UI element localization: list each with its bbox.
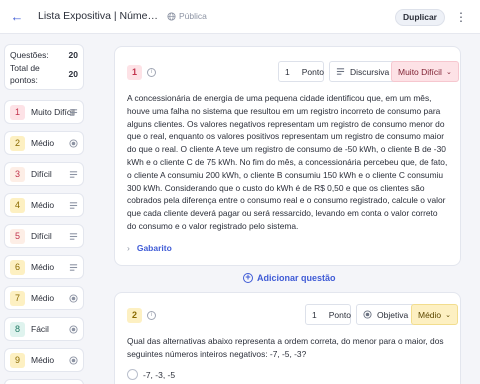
top-bar: ← Lista Expositiva | Números ... Pública… <box>0 0 480 34</box>
question-number-badge: 3 <box>10 167 25 182</box>
question-type-label: Discursiva <box>350 66 390 77</box>
duplicate-button[interactable]: Duplicar <box>395 9 445 26</box>
visibility-status: Pública <box>167 11 207 21</box>
back-arrow-icon[interactable]: ← <box>9 9 25 25</box>
visibility-label: Pública <box>179 11 207 21</box>
points-unit: Ponto <box>301 66 324 77</box>
question-nav-item-6[interactable]: 6 Médio <box>4 255 84 279</box>
difficulty-label: Médio <box>31 262 55 272</box>
question-nav-item-3[interactable]: 3 Difícil <box>4 162 84 186</box>
question-number-badge: 7 <box>10 291 25 306</box>
question-nav-item-7[interactable]: 7 Médio <box>4 286 84 310</box>
points-value: 1 <box>312 309 317 320</box>
questions-count: 20 <box>68 50 78 60</box>
question-statement: A concessionária de energia de uma peque… <box>127 93 448 231</box>
question-statement: Qual das alternativas abaixo representa … <box>127 336 444 359</box>
difficulty-label: Médio <box>31 138 55 148</box>
radio-dot-icon <box>69 139 78 148</box>
chevron-down-icon: ⌄ <box>445 311 452 319</box>
question-nav-item-1[interactable]: 1 Muito Difícil <box>4 100 84 124</box>
points-unit: Ponto <box>328 309 351 320</box>
text-lines-icon <box>69 264 78 271</box>
text-lines-icon <box>69 171 78 178</box>
page-title: Lista Expositiva | Números ... <box>38 10 160 22</box>
question-number-badge: 9 <box>10 353 25 368</box>
question-number-badge: 2 <box>10 136 25 151</box>
question-number-badge: 4 <box>10 198 25 213</box>
answer-key-toggle[interactable]: › Gabarito <box>127 243 172 253</box>
question-type-select[interactable]: Objetiva <box>356 304 416 325</box>
points-value: 1 <box>285 66 290 77</box>
difficulty-label: Médio <box>31 293 55 303</box>
question-nav-item-9[interactable]: 9 Médio <box>4 348 84 372</box>
difficulty-value: Médio <box>418 309 442 320</box>
text-lines-icon <box>336 68 345 75</box>
points-field[interactable]: 1 Ponto <box>278 61 324 82</box>
radio-dot-icon <box>69 325 78 334</box>
question-nav-item-4[interactable]: 4 Médio <box>4 193 84 217</box>
difficulty-select[interactable]: Médio ⌄ <box>411 304 459 325</box>
radio-dot-icon <box>69 356 78 365</box>
answer-key-label: Gabarito <box>136 243 172 253</box>
option-label: -7, -3, -5 <box>143 369 176 380</box>
more-options-icon[interactable]: ⋮ <box>455 9 467 25</box>
difficulty-label: Médio <box>31 200 55 210</box>
question-nav-item-2[interactable]: 2 Médio <box>4 131 84 155</box>
plus-circle-icon: + <box>243 273 253 283</box>
difficulty-label: Difícil <box>31 231 52 241</box>
chevron-right-icon: › <box>127 243 130 253</box>
question-card-2: 2 i 1 Ponto Objetiva Médio ⌄ Qual das al… <box>114 292 461 384</box>
difficulty-label: Fácil <box>31 324 49 334</box>
question-nav-item-5[interactable]: 5 Difícil <box>4 224 84 248</box>
question-number-badge: 1 <box>10 105 25 120</box>
question-number-badge: 6 <box>10 260 25 275</box>
option-item[interactable]: -7, -3, -5 <box>127 369 175 380</box>
points-label: Total de pontos: <box>10 63 40 85</box>
question-type-select[interactable]: Discursiva <box>329 61 397 82</box>
chevron-down-icon: ⌄ <box>445 68 452 76</box>
points-total: 20 <box>68 69 78 79</box>
list-summary: Questões: 20 Total de pontos: 20 <box>4 44 84 90</box>
difficulty-label: Difícil <box>31 169 52 179</box>
points-field[interactable]: 1 Ponto <box>305 304 351 325</box>
question-number-badge: 5 <box>10 229 25 244</box>
questions-label: Questões: <box>10 50 49 60</box>
add-question-button[interactable]: + Adicionar questão <box>243 273 336 283</box>
difficulty-select[interactable]: Muito Difícil ⌄ <box>391 61 459 82</box>
question-nav-item-8[interactable]: 8 Fácil <box>4 317 84 341</box>
info-icon[interactable]: i <box>147 311 156 320</box>
difficulty-label: Médio <box>31 355 55 365</box>
globe-icon <box>167 11 176 21</box>
info-icon[interactable]: i <box>147 68 156 77</box>
radio-dot-icon <box>69 294 78 303</box>
question-card-1: 1 i 1 Ponto Discursiva Muito Difícil ⌄ A… <box>114 46 461 266</box>
text-lines-icon <box>69 233 78 240</box>
question-nav-item-10[interactable] <box>4 379 84 384</box>
question-number-badge: 2 <box>127 308 142 323</box>
text-lines-icon <box>69 202 78 209</box>
add-question-label: Adicionar questão <box>257 273 336 283</box>
difficulty-value: Muito Difícil <box>398 66 442 77</box>
question-number-badge: 8 <box>10 322 25 337</box>
radio-dot-icon <box>363 310 372 319</box>
question-number-badge: 1 <box>127 65 142 80</box>
radio-button[interactable] <box>127 369 138 380</box>
question-type-label: Objetiva <box>377 309 409 320</box>
text-lines-icon <box>69 109 78 116</box>
